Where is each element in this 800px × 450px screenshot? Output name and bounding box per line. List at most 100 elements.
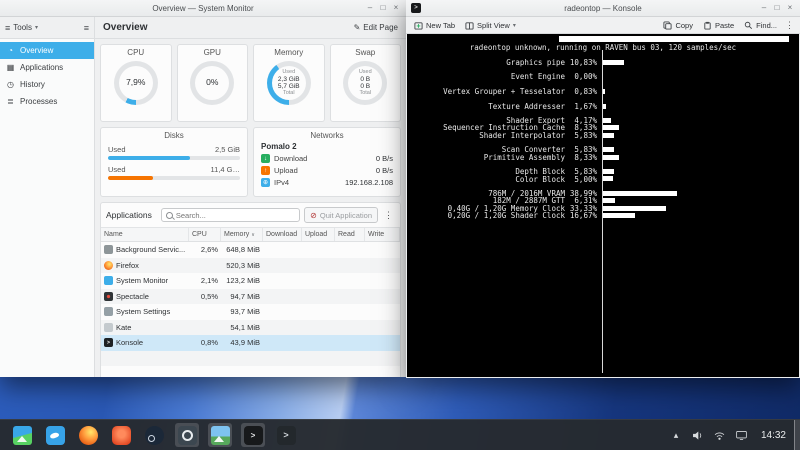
sidebar-item-history[interactable]: ◷History [0, 76, 94, 93]
metric-value: 5,00% [565, 175, 597, 184]
radeontop-line: Graphics pipe10,83% [407, 59, 799, 66]
sidebar-item-processes[interactable]: ≣Processes [0, 93, 94, 110]
tools-menu[interactable]: Tools [13, 23, 32, 32]
volume-icon[interactable] [691, 428, 705, 442]
metric-value: 5,83% [565, 131, 597, 140]
metric-value: 0,00% [565, 72, 597, 81]
radeontop-line: Primitive Assembly8,33% [407, 153, 799, 160]
radeontop-metrics: Graphics pipe10,83%Event Engine0,00%Vert… [407, 51, 799, 219]
table-row[interactable]: System Monitor2,1%123,2 MiB [101, 273, 400, 289]
table-row[interactable]: Kate54,1 MiB [101, 320, 400, 336]
memory-cell: 648,8 MiB [221, 245, 263, 254]
radeontop-line: Texture Addresser1,67% [407, 102, 799, 109]
table-row-partial[interactable] [101, 351, 400, 367]
quit-application-button[interactable]: ⊘ Quit Application [304, 207, 378, 223]
search-input[interactable] [176, 211, 295, 220]
upload-arrow-icon: ↑ [261, 166, 270, 175]
column-header-cpu[interactable]: CPU [189, 228, 221, 241]
table-row[interactable]: System Settings93,7 MiB [101, 304, 400, 320]
taskbar-spectacle-icon[interactable] [175, 423, 199, 447]
disk-usage-bar [108, 156, 240, 160]
window-title: Overview — System Monitor [0, 4, 406, 13]
table-row[interactable]: Spectacle0,5%94,7 MiB [101, 289, 400, 305]
taskbar-chevron-right-icon[interactable]: > [274, 423, 298, 447]
radeontop-top-bar [559, 36, 789, 42]
disk-network-cards: Disks Used 2,5 GiB Used 11,4 G… [100, 127, 401, 197]
minimize-button[interactable]: – [365, 3, 375, 13]
quit-icon: ⊘ [310, 211, 317, 220]
usage-bar [603, 213, 635, 218]
cpu-card: CPU 7,9% [100, 44, 172, 122]
column-header-read[interactable]: Read [335, 228, 365, 241]
network-icon[interactable] [713, 428, 727, 442]
app-name: Spectacle [116, 292, 149, 301]
display-icon[interactable] [735, 428, 749, 442]
sidebar-item-label: Overview [20, 46, 53, 55]
clock[interactable]: 14:32 [757, 430, 790, 441]
split-view-icon [465, 21, 474, 30]
table-row[interactable]: >Konsole0,8%43,9 MiB [101, 335, 400, 351]
taskbar-application-launcher-icon[interactable] [10, 423, 34, 447]
pencil-icon: ✎ [354, 23, 361, 32]
sidebar-toggle-icon[interactable]: ≡ [84, 23, 89, 33]
hamburger-menu-icon[interactable]: ≡ [5, 23, 10, 33]
metric-label: Shader Interpolator [407, 131, 565, 140]
metric-value: 8,33% [565, 153, 597, 162]
terminal[interactable]: radeontop unknown, running on RAVEN bus … [407, 34, 799, 377]
taskbar-dolphin-icon[interactable] [43, 423, 67, 447]
taskbar-konsole-icon[interactable]: > [241, 423, 265, 447]
system-tray: ▴ 14:32 [669, 428, 794, 442]
sidebar-item-applications[interactable]: ▦Applications [0, 59, 94, 76]
metric-label: Color Block [407, 175, 565, 184]
minimize-button[interactable]: – [759, 3, 769, 13]
konsole-window: > radeontop — Konsole – □ × New Tab [406, 0, 800, 378]
column-header-download[interactable]: Download [263, 228, 302, 241]
paste-button[interactable]: Paste [699, 17, 738, 33]
toolbar-overflow-icon[interactable]: ⋮ [783, 20, 796, 31]
close-button[interactable]: × [391, 3, 401, 13]
column-header-write[interactable]: Write [365, 228, 400, 241]
maximize-button[interactable]: □ [772, 3, 782, 13]
tray-expander-icon[interactable]: ▴ [669, 428, 683, 442]
metric-label: 0,20G / 1,20G Shader Clock [407, 211, 565, 220]
taskbar-image-viewer-icon[interactable] [208, 423, 232, 447]
copy-button[interactable]: Copy [659, 17, 697, 33]
edit-page-button[interactable]: ✎ Edit Page [354, 23, 406, 32]
table-body: Background Servic... 2,6%648,8 MiB Firefox… [101, 242, 400, 366]
cpu-cell: 2,6% [189, 245, 221, 254]
column-header-memory[interactable]: Memory∨ [221, 228, 263, 241]
radeontop-line: 0,20G / 1,20G Shader Clock16,67% [407, 212, 799, 219]
taskbar-firefox-icon[interactable] [76, 423, 100, 447]
find-button[interactable]: Find... [740, 17, 781, 33]
sysmon-titlebar[interactable]: Overview — System Monitor – □ × [0, 0, 406, 17]
dolphin-icon [46, 426, 65, 445]
table-row[interactable]: Firefox520,3 MiB [101, 258, 400, 274]
radeontop-line: Color Block5,00% [407, 175, 799, 182]
new-tab-icon [414, 21, 423, 30]
network-interface-name: Pomalo 2 [261, 142, 393, 151]
taskbar-steam-icon[interactable] [142, 423, 166, 447]
overflow-menu-icon[interactable]: ⋮ [382, 210, 395, 221]
image-viewer-icon [211, 426, 230, 445]
close-button[interactable]: × [785, 3, 795, 13]
metric-value: 1,67% [565, 102, 597, 111]
usage-bar [603, 133, 614, 138]
konsole-icon: > [244, 426, 263, 445]
usage-bar [603, 191, 677, 196]
column-header-upload[interactable]: Upload [302, 228, 335, 241]
cpu-gauge: 7,9% [114, 61, 158, 105]
peek-desktop-strip[interactable] [794, 420, 800, 450]
taskbar-app-orange-icon[interactable] [109, 423, 133, 447]
konsole-titlebar[interactable]: > radeontop — Konsole – □ × [406, 0, 800, 17]
sidebar-item-overview[interactable]: ◔Overview [0, 42, 94, 59]
search-box[interactable] [161, 208, 300, 222]
table-row[interactable]: Background Servic... 2,6%648,8 MiB [101, 242, 400, 258]
split-view-button[interactable]: Split View ▾ [461, 17, 520, 33]
app-name: Background Servic... [116, 245, 185, 254]
maximize-button[interactable]: □ [378, 3, 388, 13]
usage-bar [603, 198, 615, 203]
new-tab-button[interactable]: New Tab [410, 17, 459, 33]
app-orange-icon [112, 426, 131, 445]
column-header-name[interactable]: Name [101, 228, 189, 241]
application-launcher-icon [13, 426, 32, 445]
